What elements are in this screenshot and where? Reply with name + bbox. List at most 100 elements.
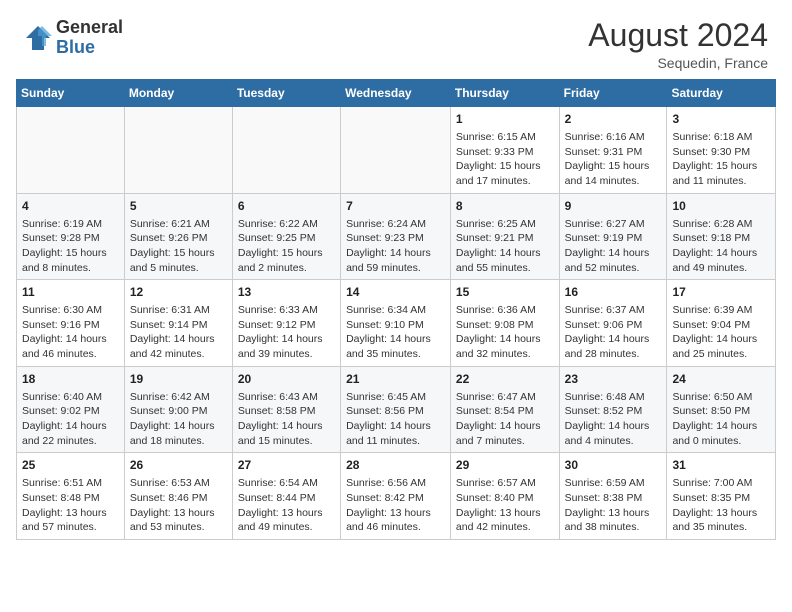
calendar-week: 4 Sunrise: 6:19 AM Sunset: 9:28 PM Daylig… [17, 193, 776, 280]
day-number: 23 [565, 371, 662, 388]
day-info: Sunrise: 6:34 AM Sunset: 9:10 PM Dayligh… [346, 303, 445, 362]
calendar-cell: 15 Sunrise: 6:36 AM Sunset: 9:08 PM Dayli… [450, 280, 559, 367]
day-number: 17 [672, 284, 770, 301]
day-number: 13 [238, 284, 335, 301]
page: General Blue August 2024 Sequedin, Franc… [0, 0, 792, 612]
day-number: 24 [672, 371, 770, 388]
day-number: 12 [130, 284, 227, 301]
calendar-table: SundayMondayTuesdayWednesdayThursdayFrid… [16, 79, 776, 540]
day-info: Sunrise: 6:50 AM Sunset: 8:50 PM Dayligh… [672, 390, 770, 449]
day-number: 6 [238, 198, 335, 215]
day-number: 1 [456, 111, 554, 128]
calendar-cell: 1 Sunrise: 6:15 AM Sunset: 9:33 PM Daylig… [450, 107, 559, 194]
day-info: Sunrise: 6:39 AM Sunset: 9:04 PM Dayligh… [672, 303, 770, 362]
calendar-cell: 17 Sunrise: 6:39 AM Sunset: 9:04 PM Dayli… [667, 280, 776, 367]
calendar-cell: 12 Sunrise: 6:31 AM Sunset: 9:14 PM Dayli… [124, 280, 232, 367]
logo: General Blue [24, 18, 123, 58]
day-number: 2 [565, 111, 662, 128]
calendar-cell: 11Sunrise: 6:30 AM Sunset: 9:16 PM Dayli… [17, 280, 125, 367]
day-number: 30 [565, 457, 662, 474]
day-number: 16 [565, 284, 662, 301]
calendar-cell: 26Sunrise: 6:53 AM Sunset: 8:46 PM Dayli… [124, 453, 232, 540]
day-info: Sunrise: 6:28 AM Sunset: 9:18 PM Dayligh… [672, 217, 770, 276]
day-number: 15 [456, 284, 554, 301]
day-info: Sunrise: 6:57 AM Sunset: 8:40 PM Dayligh… [456, 476, 554, 535]
calendar-cell: 10 Sunrise: 6:28 AM Sunset: 9:18 PM Dayli… [667, 193, 776, 280]
location: Sequedin, France [588, 55, 768, 71]
calendar-cell: 9 Sunrise: 6:27 AM Sunset: 9:19 PM Daylig… [559, 193, 667, 280]
day-info: Sunrise: 6:37 AM Sunset: 9:06 PM Dayligh… [565, 303, 662, 362]
day-of-week-header: Friday [559, 80, 667, 107]
day-of-week-header: Monday [124, 80, 232, 107]
day-info: Sunrise: 6:15 AM Sunset: 9:33 PM Dayligh… [456, 130, 554, 189]
calendar-cell: 25Sunrise: 6:51 AM Sunset: 8:48 PM Dayli… [17, 453, 125, 540]
day-number: 10 [672, 198, 770, 215]
day-number: 9 [565, 198, 662, 215]
header: General Blue August 2024 Sequedin, Franc… [0, 0, 792, 79]
calendar-cell: 14 Sunrise: 6:34 AM Sunset: 9:10 PM Dayli… [341, 280, 451, 367]
day-info: Sunrise: 6:53 AM Sunset: 8:46 PM Dayligh… [130, 476, 227, 535]
calendar-cell: 16 Sunrise: 6:37 AM Sunset: 9:06 PM Dayli… [559, 280, 667, 367]
day-of-week-header: Thursday [450, 80, 559, 107]
calendar-cell: 28 Sunrise: 6:56 AM Sunset: 8:42 PM Dayli… [341, 453, 451, 540]
month-year: August 2024 [588, 18, 768, 53]
day-info: Sunrise: 6:24 AM Sunset: 9:23 PM Dayligh… [346, 217, 445, 276]
day-number: 7 [346, 198, 445, 215]
day-info: Sunrise: 6:47 AM Sunset: 8:54 PM Dayligh… [456, 390, 554, 449]
day-number: 3 [672, 111, 770, 128]
calendar-cell: 5 Sunrise: 6:21 AM Sunset: 9:26 PM Daylig… [124, 193, 232, 280]
calendar-cell: 3 Sunrise: 6:18 AM Sunset: 9:30 PM Daylig… [667, 107, 776, 194]
calendar-week: 11Sunrise: 6:30 AM Sunset: 9:16 PM Dayli… [17, 280, 776, 367]
day-number: 20 [238, 371, 335, 388]
day-info: Sunrise: 6:27 AM Sunset: 9:19 PM Dayligh… [565, 217, 662, 276]
calendar-cell: 30 Sunrise: 6:59 AM Sunset: 8:38 PM Dayli… [559, 453, 667, 540]
calendar-cell: 21Sunrise: 6:45 AM Sunset: 8:56 PM Dayli… [341, 366, 451, 453]
calendar-cell: 31 Sunrise: 7:00 AM Sunset: 8:35 PM Dayli… [667, 453, 776, 540]
day-number: 14 [346, 284, 445, 301]
day-number: 8 [456, 198, 554, 215]
calendar-cell: 13 Sunrise: 6:33 AM Sunset: 9:12 PM Dayli… [232, 280, 340, 367]
day-info: Sunrise: 6:22 AM Sunset: 9:25 PM Dayligh… [238, 217, 335, 276]
calendar-cell: 7 Sunrise: 6:24 AM Sunset: 9:23 PM Daylig… [341, 193, 451, 280]
day-number: 4 [22, 198, 119, 215]
calendar-cell: 24 Sunrise: 6:50 AM Sunset: 8:50 PM Dayli… [667, 366, 776, 453]
calendar-cell: 23 Sunrise: 6:48 AM Sunset: 8:52 PM Dayli… [559, 366, 667, 453]
day-info: Sunrise: 6:33 AM Sunset: 9:12 PM Dayligh… [238, 303, 335, 362]
day-info: Sunrise: 6:48 AM Sunset: 8:52 PM Dayligh… [565, 390, 662, 449]
day-of-week-header: Wednesday [341, 80, 451, 107]
day-info: Sunrise: 6:59 AM Sunset: 8:38 PM Dayligh… [565, 476, 662, 535]
calendar-cell [124, 107, 232, 194]
day-info: Sunrise: 6:21 AM Sunset: 9:26 PM Dayligh… [130, 217, 227, 276]
day-number: 31 [672, 457, 770, 474]
day-info: Sunrise: 6:56 AM Sunset: 8:42 PM Dayligh… [346, 476, 445, 535]
calendar-week: 25Sunrise: 6:51 AM Sunset: 8:48 PM Dayli… [17, 453, 776, 540]
calendar-cell: 4 Sunrise: 6:19 AM Sunset: 9:28 PM Daylig… [17, 193, 125, 280]
day-number: 19 [130, 371, 227, 388]
day-number: 18 [22, 371, 119, 388]
day-info: Sunrise: 6:25 AM Sunset: 9:21 PM Dayligh… [456, 217, 554, 276]
day-info: Sunrise: 6:54 AM Sunset: 8:44 PM Dayligh… [238, 476, 335, 535]
calendar-cell: 29 Sunrise: 6:57 AM Sunset: 8:40 PM Dayli… [450, 453, 559, 540]
logo-blue: Blue [56, 38, 123, 58]
day-info: Sunrise: 6:18 AM Sunset: 9:30 PM Dayligh… [672, 130, 770, 189]
calendar-cell: 27Sunrise: 6:54 AM Sunset: 8:44 PM Dayli… [232, 453, 340, 540]
day-info: Sunrise: 6:19 AM Sunset: 9:28 PM Dayligh… [22, 217, 119, 276]
day-number: 25 [22, 457, 119, 474]
day-info: Sunrise: 6:31 AM Sunset: 9:14 PM Dayligh… [130, 303, 227, 362]
logo-text: General Blue [56, 18, 123, 58]
day-number: 21 [346, 371, 445, 388]
day-of-week-header: Tuesday [232, 80, 340, 107]
calendar-cell: 6 Sunrise: 6:22 AM Sunset: 9:25 PM Daylig… [232, 193, 340, 280]
day-number: 28 [346, 457, 445, 474]
day-info: Sunrise: 7:00 AM Sunset: 8:35 PM Dayligh… [672, 476, 770, 535]
logo-general: General [56, 18, 123, 38]
calendar-cell: 8 Sunrise: 6:25 AM Sunset: 9:21 PM Daylig… [450, 193, 559, 280]
calendar-cell [232, 107, 340, 194]
calendar-cell: 22Sunrise: 6:47 AM Sunset: 8:54 PM Dayli… [450, 366, 559, 453]
day-number: 5 [130, 198, 227, 215]
calendar-cell: 19Sunrise: 6:42 AM Sunset: 9:00 PM Dayli… [124, 366, 232, 453]
day-info: Sunrise: 6:36 AM Sunset: 9:08 PM Dayligh… [456, 303, 554, 362]
day-number: 29 [456, 457, 554, 474]
day-info: Sunrise: 6:40 AM Sunset: 9:02 PM Dayligh… [22, 390, 119, 449]
day-of-week-header: Saturday [667, 80, 776, 107]
